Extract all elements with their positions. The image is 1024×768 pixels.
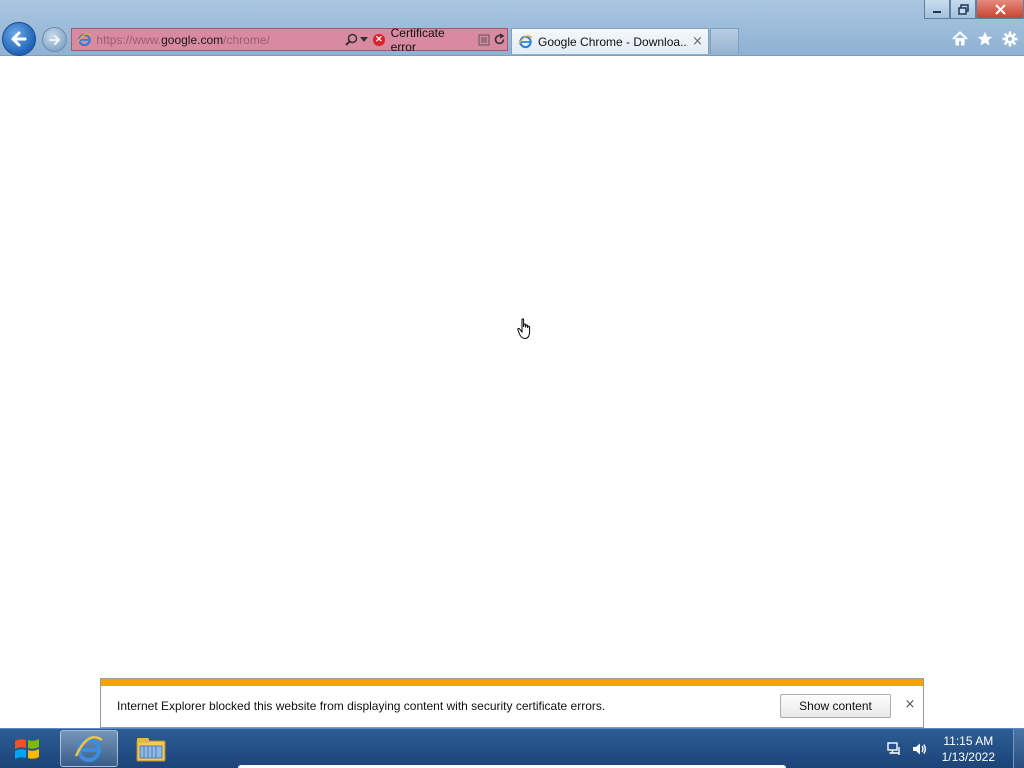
notification-message: Internet Explorer blocked this website f… (117, 699, 606, 713)
browser-toolbar: https://www.google.com/chrome/ ✕ Certifi… (0, 0, 1024, 56)
back-arrow-icon (11, 31, 27, 47)
windows-logo-icon (15, 739, 39, 759)
tab-google-chrome-download[interactable]: Google Chrome - Downloa... × (511, 28, 709, 54)
back-button[interactable] (2, 22, 36, 56)
search-icon[interactable] (344, 32, 359, 48)
gear-icon[interactable] (1001, 30, 1018, 47)
close-window-button[interactable] (976, 0, 1024, 19)
hand-cursor-icon (517, 318, 531, 340)
clock-date: 1/13/2022 (941, 750, 995, 764)
screen: https://www.google.com/chrome/ ✕ Certifi… (0, 0, 1024, 768)
certificate-error-label: Certificate error (390, 25, 445, 54)
page-content (0, 56, 1024, 728)
ie-icon (74, 735, 103, 762)
volume-icon[interactable] (910, 740, 928, 758)
home-icon[interactable] (951, 30, 968, 47)
network-icon[interactable] (886, 740, 904, 758)
url-path: /chrome/ (223, 32, 270, 47)
minimize-button[interactable] (924, 0, 950, 19)
tab-ie-icon (517, 34, 533, 50)
restore-button[interactable] (950, 0, 976, 19)
close-icon (994, 3, 1006, 15)
start-button[interactable] (6, 731, 48, 767)
show-desktop-button[interactable] (1013, 729, 1024, 768)
error-icon: ✕ (373, 33, 385, 46)
refresh-icon[interactable] (492, 32, 507, 48)
command-icons (951, 30, 1018, 47)
clock-time: 11:15 AM (943, 734, 994, 748)
address-bar[interactable]: https://www.google.com/chrome/ ✕ Certifi… (71, 26, 508, 54)
new-tab-button[interactable] (710, 28, 739, 54)
url-text[interactable]: https://www.google.com/chrome/ (96, 33, 320, 47)
favorites-star-icon[interactable] (976, 30, 993, 47)
security-notification-bar: Internet Explorer blocked this website f… (100, 678, 924, 728)
taskbar-internet-explorer[interactable] (60, 730, 118, 767)
ie-page-icon (77, 32, 92, 48)
taskbar-clock[interactable]: 11:15 AM 1/13/2022 (942, 733, 995, 765)
show-content-button[interactable]: Show content (780, 694, 891, 718)
notification-close-icon[interactable]: × (903, 697, 917, 712)
tab-label: Google Chrome - Downloa... (538, 34, 688, 49)
window-controls (924, 0, 1024, 20)
taskbar-file-explorer[interactable] (122, 730, 180, 767)
file-explorer-icon (136, 737, 166, 761)
restore-icon (957, 3, 969, 15)
taskbar: 11:15 AM 1/13/2022 (0, 728, 1024, 768)
url-prefix: https://www. (96, 32, 162, 47)
notification-accent-stripe (101, 679, 923, 686)
system-tray: 11:15 AM 1/13/2022 (886, 729, 1024, 768)
certificate-error-badge[interactable]: ✕ Certificate error (373, 26, 470, 54)
forward-arrow-icon (48, 34, 60, 45)
minimize-icon (933, 11, 941, 13)
tab-close-icon[interactable]: × (692, 34, 703, 49)
dropdown-arrow-icon[interactable] (359, 32, 369, 48)
forward-button[interactable] (42, 27, 67, 52)
url-host: google.com (161, 32, 224, 47)
compatibility-view-icon[interactable] (476, 32, 491, 48)
